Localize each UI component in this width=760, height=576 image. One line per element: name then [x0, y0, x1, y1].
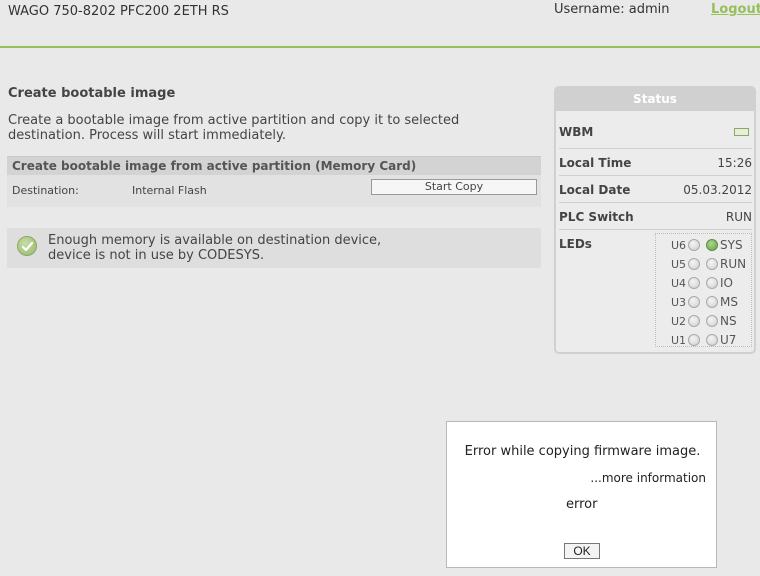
led-off-icon — [688, 296, 700, 308]
led-row: U5 RUN — [656, 255, 753, 274]
destination-value: Internal Flash — [132, 184, 207, 197]
led-grid: U6 SYS U5 RUN U4 IO U3 MS U2 NS U1 U7 — [655, 233, 752, 347]
led-row: U6 SYS — [656, 236, 753, 255]
local-time-label: Local Time — [559, 156, 632, 170]
led-label-left: U3 — [671, 296, 687, 309]
local-date-label: Local Date — [559, 183, 631, 197]
led-off-icon — [688, 277, 700, 289]
bootable-image-section: Create bootable image from active partit… — [7, 156, 541, 207]
led-off-icon — [688, 239, 700, 251]
led-label-right: NS — [720, 314, 737, 328]
notice-line-1: Enough memory is available on destinatio… — [48, 233, 382, 248]
led-label-left: U2 — [671, 315, 687, 328]
led-off-icon — [688, 334, 700, 346]
section-heading: Create bootable image from active partit… — [7, 156, 541, 175]
led-label-right: RUN — [720, 257, 747, 271]
error-message: Error while copying firmware image. — [464, 444, 701, 459]
error-dialog: Error while copying firmware image. ...m… — [446, 421, 717, 568]
led-label-left: U1 — [671, 334, 687, 347]
destination-label: Destination: — [12, 184, 79, 197]
led-off-icon — [706, 334, 718, 346]
notice-line-2: device is not in use by CODESYS. — [48, 248, 265, 263]
led-label-right: IO — [720, 276, 733, 290]
status-row-leds: LEDs U6 SYS U5 RUN U4 IO U3 MS U2 NS U1 … — [559, 233, 752, 349]
status-panel: Status WBM Local Time 15:26 Local Date 0… — [554, 86, 756, 354]
led-off-icon — [706, 258, 718, 270]
check-icon — [17, 236, 37, 256]
status-row-wbm: WBM — [559, 118, 752, 149]
led-label-right: MS — [720, 295, 738, 309]
username-label: Username: admin — [554, 2, 670, 17]
status-row-local-time: Local Time 15:26 — [559, 149, 752, 176]
logout-link[interactable]: Logout — [711, 2, 760, 17]
plc-switch-label: PLC Switch — [559, 210, 634, 224]
led-row: U4 IO — [656, 274, 753, 293]
notice-text: Enough memory is available on destinatio… — [48, 233, 381, 263]
status-title: Status — [556, 88, 754, 111]
led-label-left: U6 — [671, 239, 687, 252]
led-off-icon — [706, 315, 718, 327]
led-label-right: SYS — [720, 238, 743, 252]
led-label-right: U7 — [720, 333, 737, 347]
local-time-value: 15:26 — [717, 156, 752, 170]
start-copy-button[interactable]: Start Copy — [371, 179, 537, 195]
led-label-left: U4 — [671, 277, 687, 290]
led-off-icon — [688, 315, 700, 327]
led-off-icon — [706, 277, 718, 289]
led-row: U2 NS — [656, 312, 753, 331]
plc-switch-value: RUN — [725, 210, 752, 224]
error-detail: error — [566, 497, 598, 512]
page-description: Create a bootable image from active part… — [8, 113, 460, 143]
led-label-left: U5 — [671, 258, 687, 271]
more-information-link[interactable]: ...more information — [590, 471, 706, 485]
led-row: U1 U7 — [656, 331, 753, 350]
status-row-plc-switch: PLC Switch RUN — [559, 203, 752, 230]
led-off-icon — [706, 296, 718, 308]
wbm-indicator-icon — [734, 128, 749, 136]
led-row: U3 MS — [656, 293, 753, 312]
page-title: Create bootable image — [8, 86, 176, 101]
wbm-label: WBM — [559, 125, 594, 139]
status-row-local-date: Local Date 05.03.2012 — [559, 176, 752, 203]
top-bar: WAGO 750-8202 PFC200 2ETH RS Username: a… — [0, 0, 760, 48]
led-off-icon — [688, 258, 700, 270]
local-date-value: 05.03.2012 — [683, 183, 752, 197]
ok-button[interactable]: OK — [564, 543, 600, 559]
led-on-icon — [706, 239, 718, 251]
leds-label: LEDs — [559, 237, 592, 251]
device-title: WAGO 750-8202 PFC200 2ETH RS — [8, 4, 229, 19]
memory-notice: Enough memory is available on destinatio… — [7, 228, 541, 268]
